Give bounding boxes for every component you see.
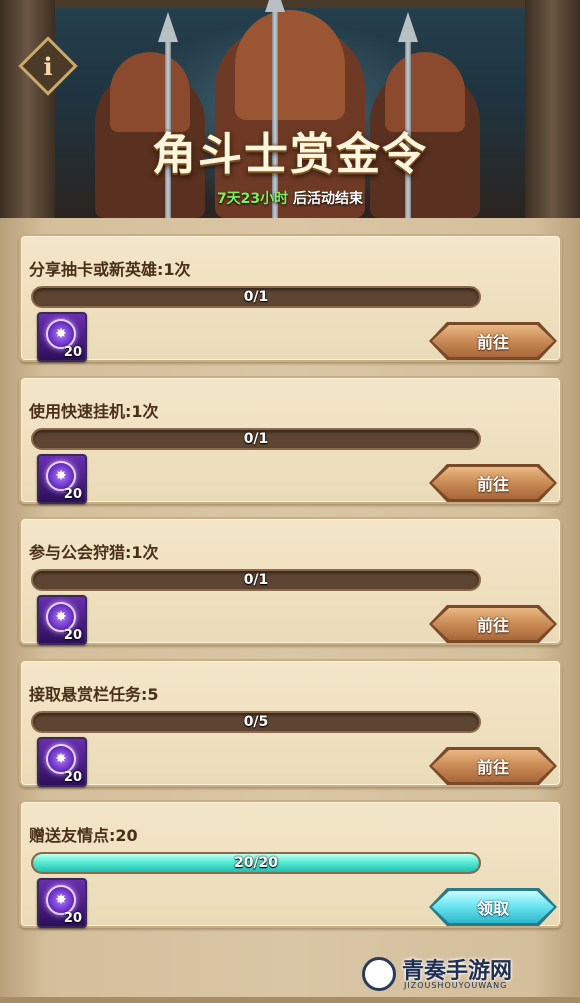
spear-center bbox=[265, 0, 285, 218]
quest-progress-text: 20/20 bbox=[233, 855, 279, 871]
quest-progress-text: 0/1 bbox=[243, 572, 269, 588]
event-countdown: 7天23小时 后活动结束 bbox=[0, 188, 580, 208]
quest-card: 接取悬赏栏任务:5 0/5 ✸ 20 前往 bbox=[19, 659, 562, 787]
countdown-time: 7天23小时 bbox=[216, 191, 289, 207]
reward-quantity: 20 bbox=[63, 911, 82, 926]
reward-item[interactable]: ✸ 20 bbox=[37, 312, 87, 362]
go-button[interactable]: 前往 bbox=[429, 605, 557, 643]
quest-title: 使用快速挂机:1次 bbox=[29, 402, 159, 421]
quest-title: 赠送友情点:20 bbox=[29, 826, 138, 845]
site-watermark: 青奏手游网 JIZOUSHOUYOUWANG bbox=[362, 953, 562, 997]
watermark-subtext: JIZOUSHOUYOUWANG bbox=[404, 981, 508, 990]
countdown-suffix: 后活动结束 bbox=[288, 191, 364, 207]
quest-progress-bar: 0/5 bbox=[31, 711, 481, 733]
quest-title: 参与公会狩猎:1次 bbox=[29, 543, 159, 562]
quest-progress-bar: 0/1 bbox=[31, 428, 481, 450]
left-pillar bbox=[0, 0, 55, 218]
event-banner: i 角斗士赏金令 7天23小时 后活动结束 bbox=[0, 0, 580, 218]
reward-item[interactable]: ✸ 20 bbox=[37, 878, 87, 928]
right-pillar bbox=[525, 0, 580, 218]
reward-quantity: 20 bbox=[63, 628, 82, 643]
reward-item[interactable]: ✸ 20 bbox=[37, 737, 87, 787]
button-label: 前往 bbox=[432, 467, 554, 499]
quest-progress-bar: 20/20 bbox=[31, 852, 481, 874]
button-label: 前往 bbox=[432, 750, 554, 782]
quest-progress-text: 0/5 bbox=[243, 714, 269, 730]
button-label: 前往 bbox=[432, 608, 554, 640]
reward-item[interactable]: ✸ 20 bbox=[37, 595, 87, 645]
info-icon: i bbox=[43, 51, 53, 81]
go-button[interactable]: 前往 bbox=[429, 464, 557, 502]
watermark-logo-icon bbox=[362, 957, 396, 991]
reward-quantity: 20 bbox=[63, 770, 82, 785]
quest-title: 分享抽卡或新英雄:1次 bbox=[29, 260, 191, 279]
bottom-edge bbox=[0, 997, 580, 1003]
banner-beam bbox=[0, 0, 580, 8]
go-button[interactable]: 前往 bbox=[429, 747, 557, 785]
reward-quantity: 20 bbox=[63, 345, 82, 360]
reward-item[interactable]: ✸ 20 bbox=[37, 454, 87, 504]
claim-button[interactable]: 领取 bbox=[429, 888, 557, 926]
gladiator-helmet-center bbox=[235, 10, 345, 120]
quest-card: 参与公会狩猎:1次 0/1 ✸ 20 前往 bbox=[19, 517, 562, 645]
quest-card: 赠送友情点:20 20/20 ✸ 20 领取 bbox=[19, 800, 562, 928]
button-label: 领取 bbox=[432, 891, 554, 923]
event-title: 角斗士赏金令 bbox=[152, 129, 428, 180]
quest-progress-text: 0/1 bbox=[243, 431, 269, 447]
quest-title: 接取悬赏栏任务:5 bbox=[29, 685, 159, 704]
quest-progress-text: 0/1 bbox=[243, 289, 269, 305]
reward-quantity: 20 bbox=[63, 487, 82, 502]
quest-card: 分享抽卡或新英雄:1次 0/1 ✸ 20 前往 bbox=[19, 234, 562, 362]
go-button[interactable]: 前往 bbox=[429, 322, 557, 360]
quest-progress-bar: 0/1 bbox=[31, 569, 481, 591]
quest-progress-bar: 0/1 bbox=[31, 286, 481, 308]
quest-card: 使用快速挂机:1次 0/1 ✸ 20 前往 bbox=[19, 376, 562, 504]
button-label: 前往 bbox=[432, 325, 554, 357]
